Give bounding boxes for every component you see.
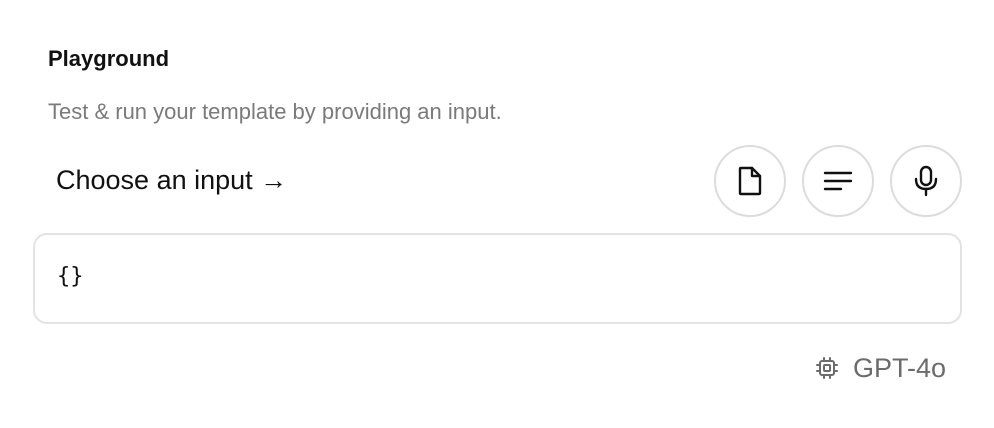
model-name: GPT-4o <box>852 353 946 383</box>
input-json-value[interactable]: {} <box>57 261 84 293</box>
audio-input-button[interactable] <box>890 145 962 217</box>
file-input-button[interactable] <box>714 145 786 217</box>
page-subtitle: Test & run your template by providing an… <box>48 99 502 124</box>
text-input-button[interactable] <box>802 145 874 217</box>
playground-panel: Playground Test & run your template by p… <box>0 0 994 428</box>
page-title: Playground <box>48 46 170 71</box>
text-lines-icon <box>823 169 853 193</box>
input-editor[interactable]: {} <box>33 233 962 324</box>
choose-input-label: Choose an input → <box>56 165 288 195</box>
file-icon <box>736 165 764 197</box>
microphone-icon <box>914 165 938 197</box>
chip-icon <box>815 356 839 380</box>
model-selector[interactable]: GPT-4o <box>815 351 946 385</box>
